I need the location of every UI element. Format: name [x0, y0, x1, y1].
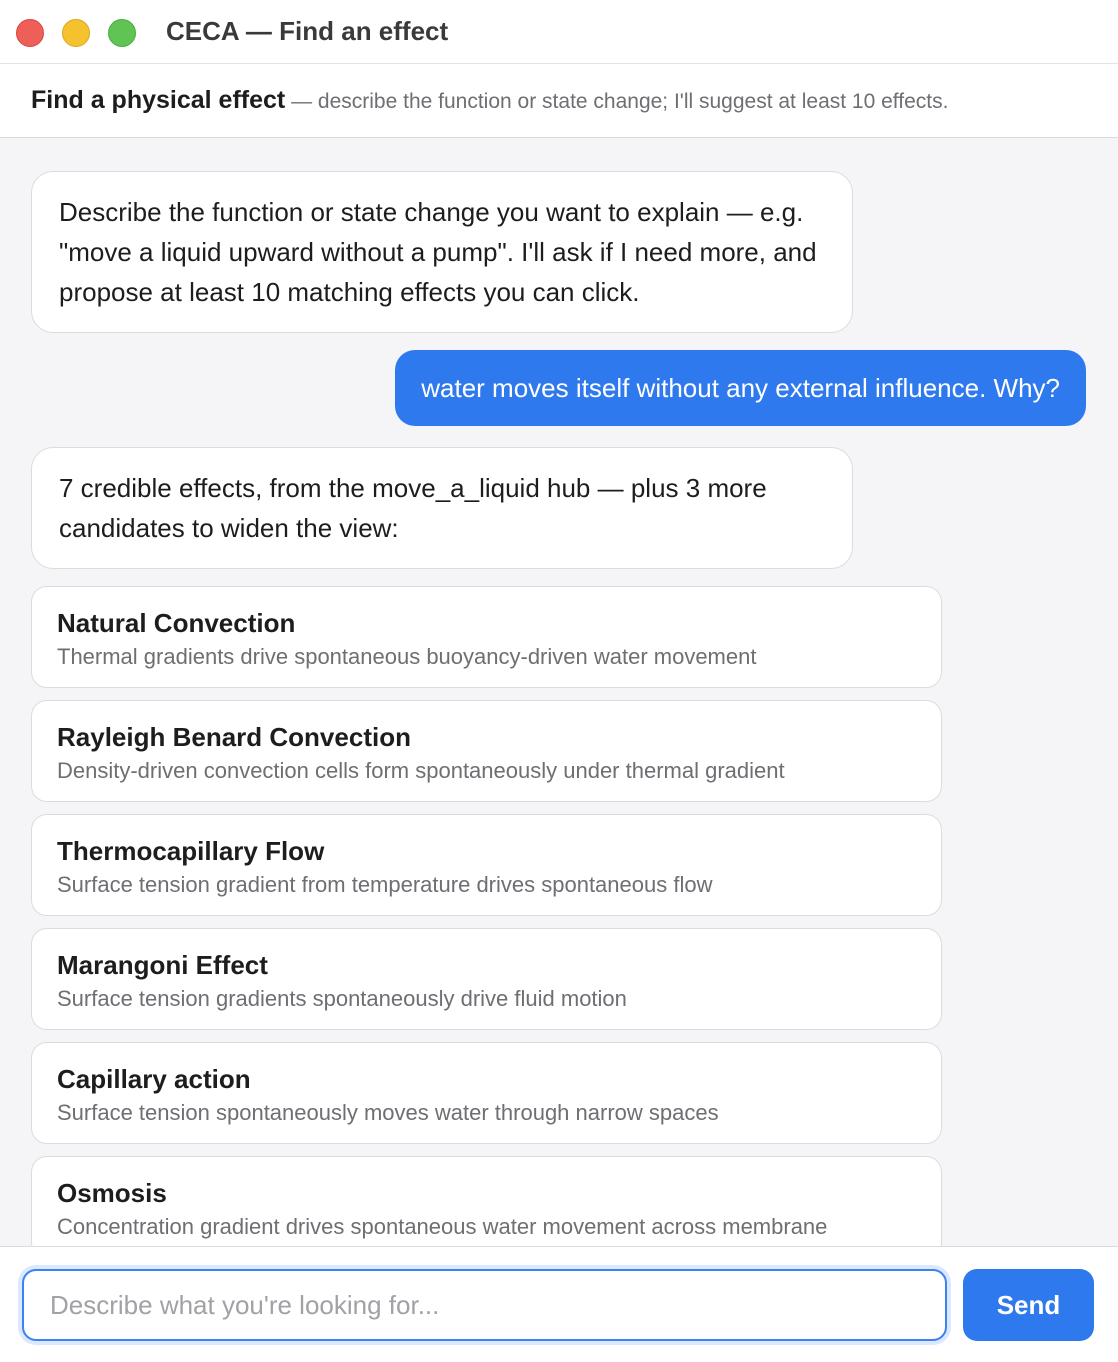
page-title: Find a physical effect: [31, 86, 286, 114]
effect-description: Concentration gradient drives spontaneou…: [57, 1214, 828, 1239]
effect-card[interactable]: Thermocapillary Flow Surface tension gra…: [31, 814, 942, 916]
effect-card[interactable]: Osmosis Concentration gradient drives sp…: [31, 1156, 942, 1246]
effect-description: Density-driven convection cells form spo…: [57, 758, 785, 783]
effect-name: Thermocapillary Flow: [57, 836, 325, 866]
effect-description: Thermal gradients drive spontaneous buoy…: [57, 644, 757, 669]
composer-bar: Send: [0, 1246, 1118, 1362]
title-bar: CECA — Find an effect: [0, 0, 1118, 64]
zoom-window-button[interactable]: [108, 19, 136, 47]
effect-description: Surface tension spontaneously moves wate…: [57, 1100, 719, 1125]
user-message: water moves itself without any external …: [395, 350, 1086, 426]
close-window-button[interactable]: [16, 19, 44, 47]
effect-card[interactable]: Marangoni Effect Surface tension gradien…: [31, 928, 942, 1030]
page-header: Find a physical effect — describe the fu…: [0, 64, 1118, 138]
effect-suggestion-list: Natural Convection Thermal gradients dri…: [31, 586, 942, 1246]
effect-name: Natural Convection: [57, 608, 296, 638]
effect-card[interactable]: Capillary action Surface tension spontan…: [31, 1042, 942, 1144]
send-button[interactable]: Send: [963, 1269, 1094, 1341]
assistant-message: 7 credible effects, from the move_a_liqu…: [31, 447, 853, 569]
effect-name: Osmosis: [57, 1178, 167, 1208]
window-title: CECA — Find an effect: [166, 16, 449, 46]
effect-name: Capillary action: [57, 1064, 251, 1094]
assistant-message: Describe the function or state change yo…: [31, 171, 853, 333]
effect-description: Surface tension gradients spontaneously …: [57, 986, 627, 1011]
effect-name: Rayleigh Benard Convection: [57, 722, 411, 752]
app-window: CECA — Find an effect Find a physical ef…: [0, 0, 1118, 1362]
effect-card[interactable]: Rayleigh Benard Convection Density-drive…: [31, 700, 942, 802]
effect-name: Marangoni Effect: [57, 950, 268, 980]
message-input[interactable]: [22, 1269, 947, 1341]
effect-description: Surface tension gradient from temperatur…: [57, 872, 713, 897]
minimize-window-button[interactable]: [62, 19, 90, 47]
chat-transcript[interactable]: Describe the function or state change yo…: [0, 138, 1118, 1246]
effect-card[interactable]: Natural Convection Thermal gradients dri…: [31, 586, 942, 688]
page-subtitle: — describe the function or state change;…: [285, 90, 949, 113]
